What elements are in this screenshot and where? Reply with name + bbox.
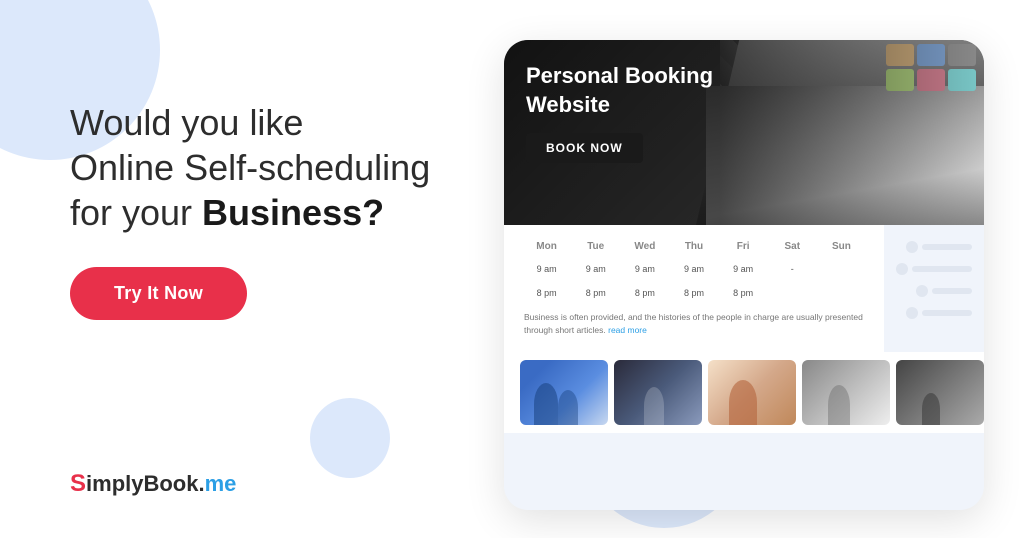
day-sat: Sat (770, 241, 815, 252)
day-sun: Sun (819, 241, 864, 252)
thumb-inner-5 (896, 360, 984, 425)
schedule-day-headers: Mon Tue Wed Thu Fri Sat Sun (524, 241, 864, 252)
schedule-section: Mon Tue Wed Thu Fri Sat Sun 9 am 9 am 9 … (504, 225, 884, 352)
hero-text: Personal Booking Website BOOK NOW (526, 62, 713, 163)
read-more-link[interactable]: read more (608, 325, 647, 335)
photo-thumb-4 (802, 360, 890, 425)
thumb-inner-1 (520, 360, 608, 425)
time-wed-am: 9 am (622, 262, 667, 276)
schedule-time-row1: 9 am 9 am 9 am 9 am 9 am - (524, 262, 864, 276)
person-6 (922, 393, 940, 425)
day-mon: Mon (524, 241, 569, 252)
headline: Would you like Online Self-scheduling fo… (70, 100, 450, 235)
sidebar-line-2 (912, 266, 972, 272)
headline-line3-bold: Business? (202, 192, 384, 233)
sidebar-icon-line-4 (906, 307, 972, 319)
person-1 (534, 383, 558, 425)
decorative-circle-small (310, 398, 390, 478)
sidebar-icon-line-2 (896, 263, 972, 275)
headline-line1: Would you like (70, 102, 303, 143)
person-2 (558, 390, 578, 425)
time-thu-am: 9 am (671, 262, 716, 276)
time-fri-pm: 8 pm (721, 286, 766, 300)
person-3 (644, 387, 664, 425)
sidebar-icon-line-3 (916, 285, 972, 297)
thumb-inner-2 (614, 360, 702, 425)
time-mon-am: 9 am (524, 262, 569, 276)
book-now-button[interactable]: BOOK NOW (526, 133, 643, 163)
left-section: Would you like Online Self-scheduling fo… (70, 100, 450, 320)
browser-mockup: Personal Booking Website BOOK NOW Mon Tu… (504, 40, 984, 510)
schedule-wrapper: Mon Tue Wed Thu Fri Sat Sun 9 am 9 am 9 … (504, 225, 984, 352)
thumb-inner-3 (708, 360, 796, 425)
sidebar-icon-1 (906, 241, 918, 253)
time-fri-am: 9 am (721, 262, 766, 276)
sidebar-icon-2 (896, 263, 908, 275)
person-5 (828, 385, 850, 425)
sidebar-line-3 (932, 288, 972, 294)
hero-title-line2: Website (526, 92, 610, 117)
hero-title: Personal Booking Website (526, 62, 713, 119)
schedule-description: Business is often provided, and the hist… (524, 311, 864, 341)
time-thu-pm: 8 pm (671, 286, 716, 300)
try-it-now-button[interactable]: Try It Now (70, 267, 247, 320)
logo-s-letter: S (70, 470, 86, 497)
day-thu: Thu (671, 241, 716, 252)
schedule-time-row2: 8 pm 8 pm 8 pm 8 pm 8 pm (524, 286, 864, 300)
thumb-inner-4 (802, 360, 890, 425)
time-sun-am (819, 262, 864, 276)
sidebar-icon-3 (916, 285, 928, 297)
time-wed-pm: 8 pm (622, 286, 667, 300)
time-mon-pm: 8 pm (524, 286, 569, 300)
day-fri: Fri (721, 241, 766, 252)
time-sun-pm (819, 286, 864, 300)
logo-text: SimplyBook.me (70, 470, 236, 498)
time-sat-pm (770, 286, 815, 300)
headline-line3-prefix: for your (70, 192, 202, 233)
logo: SimplyBook.me (70, 470, 236, 498)
photo-thumb-2 (614, 360, 702, 425)
sidebar-icons (884, 225, 984, 352)
logo-me: me (205, 471, 237, 496)
person-4 (729, 380, 757, 425)
day-wed: Wed (622, 241, 667, 252)
photo-thumb-5 (896, 360, 984, 425)
sidebar-icon-line-1 (906, 241, 972, 253)
day-tue: Tue (573, 241, 618, 252)
sidebar-line-4 (922, 310, 972, 316)
sidebar-icon-4 (906, 307, 918, 319)
time-tue-am: 9 am (573, 262, 618, 276)
hero-banner: Personal Booking Website BOOK NOW (504, 40, 984, 225)
photo-thumb-3 (708, 360, 796, 425)
logo-simply: implyBook (86, 471, 198, 496)
time-tue-pm: 8 pm (573, 286, 618, 300)
headline-line2: Online Self-scheduling (70, 147, 430, 188)
photo-strip (504, 352, 984, 433)
hero-title-line1: Personal Booking (526, 63, 713, 88)
right-section: Personal Booking Website BOOK NOW Mon Tu… (504, 20, 1024, 520)
photo-thumb-1 (520, 360, 608, 425)
sidebar-line-1 (922, 244, 972, 250)
time-sat-am: - (770, 262, 815, 276)
